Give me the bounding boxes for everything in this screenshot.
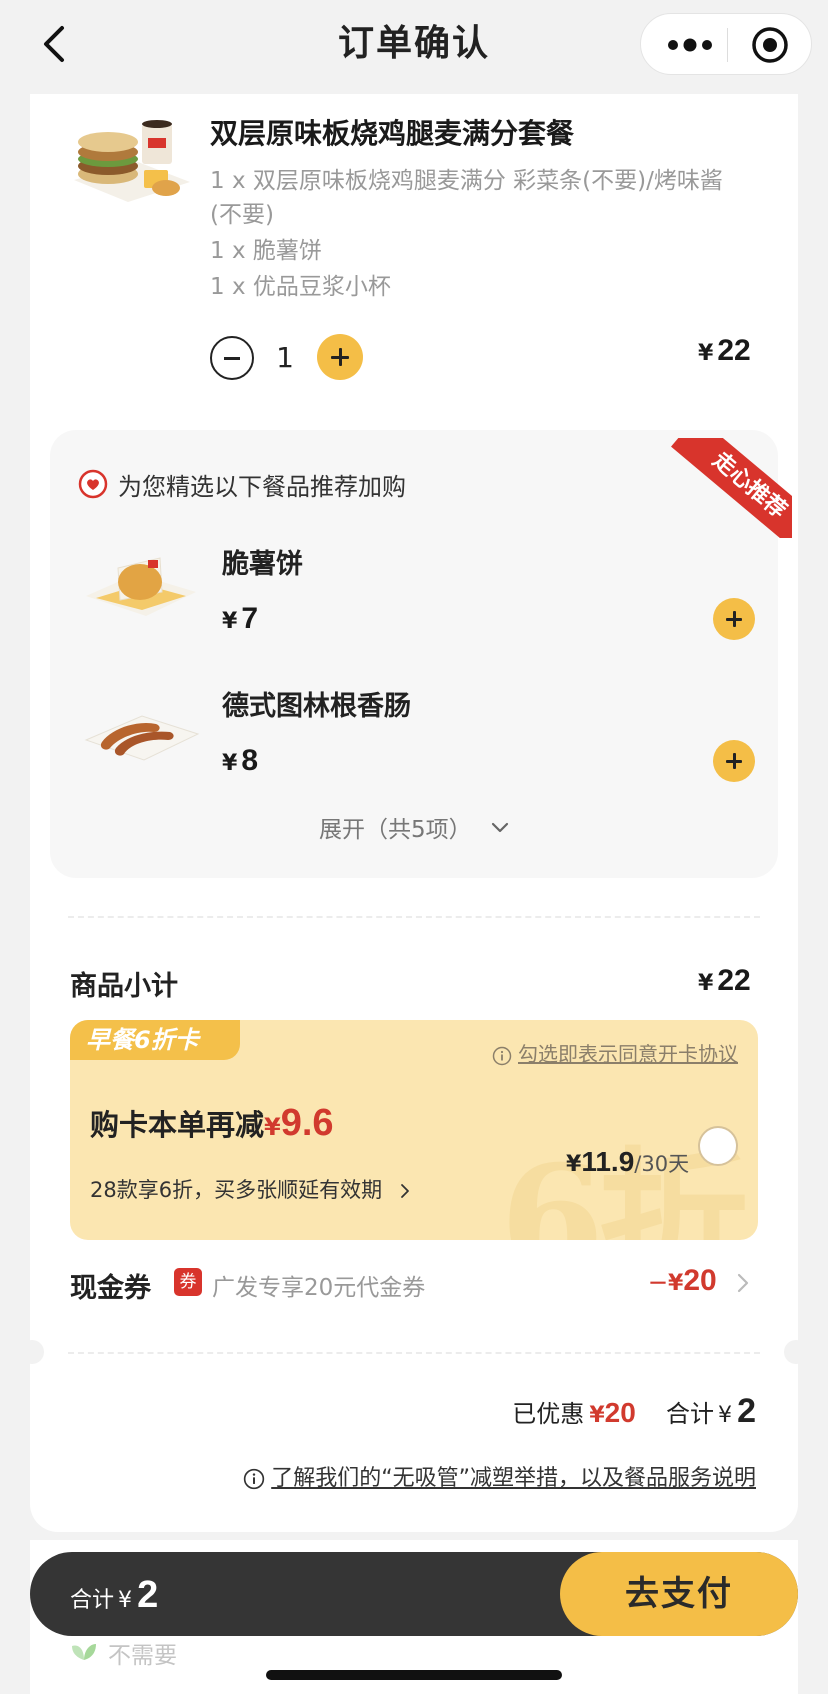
currency-symbol: ¥ — [668, 1271, 684, 1296]
chevron-down-icon — [491, 822, 509, 832]
decrease-quantity-button[interactable] — [210, 336, 254, 380]
plus-icon — [726, 753, 742, 769]
product-price: ¥22 — [698, 334, 751, 368]
chevron-right-icon[interactable] — [736, 1272, 750, 1294]
breakfast-card-promo[interactable]: 6折 早餐6折卡 勾选即表示同意开卡协议 购卡本单再减¥9.6 28款享6折，买… — [70, 1020, 758, 1240]
total-amount: 2 — [737, 1392, 756, 1430]
section-divider — [68, 916, 760, 918]
navigation-bar: 订单确认 — [0, 0, 828, 96]
currency-symbol: ¥ — [698, 971, 714, 996]
price-amount: 8 — [241, 744, 258, 777]
close-miniprogram-icon[interactable] — [751, 26, 789, 64]
coupon-badge-icon: 券 — [174, 1268, 202, 1296]
currency-symbol: ¥ — [717, 1403, 732, 1428]
add-hash-brown-button[interactable] — [713, 598, 755, 640]
coupon-amount-value: 20 — [683, 1264, 717, 1297]
checkout-total-label: 合计 — [70, 1588, 115, 1613]
card-agreement-link[interactable]: 勾选即表示同意开卡协议 — [492, 1038, 738, 1067]
promo-save-amount: 9.6 — [280, 1102, 334, 1144]
agreement-text: 勾选即表示同意开卡协议 — [518, 1042, 738, 1066]
currency-symbol: ¥ — [698, 341, 714, 366]
info-icon — [244, 1468, 265, 1490]
recommend-heading: 为您精选以下餐品推荐加购 — [118, 473, 406, 501]
currency-symbol: ¥ — [222, 609, 238, 634]
currency-symbol: ¥ — [118, 1588, 133, 1613]
minus-sign: － — [648, 1271, 668, 1295]
discount-label: 已优惠 — [512, 1400, 585, 1428]
notice-text: 了解我们的“无吸管”减塑举措，以及餐品服务说明 — [271, 1466, 756, 1491]
promo-main-text: 购卡本单再减 — [90, 1108, 265, 1142]
card-price: ¥11.9/30天 — [566, 1146, 689, 1178]
checkout-total-amount: 2 — [137, 1574, 159, 1616]
recommend-item-name: 脆薯饼 — [222, 549, 303, 580]
promo-sub-text: 28款享6折，买多张顺延有效期 — [90, 1178, 383, 1202]
plus-icon — [331, 348, 349, 366]
increase-quantity-button[interactable] — [317, 334, 363, 380]
price-amount: 7 — [241, 602, 258, 635]
product-detail-line: 1 x 双层原味板烧鸡腿麦满分 彩菜条(不要)/烤味酱 — [210, 168, 723, 194]
plus-icon — [726, 611, 742, 627]
checkout-total: 合计 ¥ 2 — [70, 1574, 158, 1617]
coupon-name[interactable]: 广发专享20元代金券 — [212, 1268, 425, 1302]
card-notch-left — [20, 1340, 44, 1364]
card-price-amount: 11.9 — [581, 1146, 635, 1177]
currency-symbol: ¥ — [589, 1403, 605, 1428]
promo-subtext[interactable]: 28款享6折，买多张顺延有效期 — [90, 1174, 411, 1204]
more-dots-icon[interactable] — [665, 32, 715, 58]
heart-icon — [78, 469, 108, 499]
recommend-item-name: 德式图林根香肠 — [222, 691, 411, 722]
info-icon — [492, 1046, 512, 1065]
expand-label: 展开（共5项） — [319, 817, 472, 843]
promo-tag: 早餐6折卡 — [70, 1020, 240, 1060]
price-amount: 22 — [717, 334, 751, 367]
service-notice-link[interactable]: 了解我们的“无吸管”减塑举措，以及餐品服务说明 — [243, 1460, 756, 1492]
product-detail-line: 1 x 优品豆浆小杯 — [210, 274, 391, 300]
mini-program-capsule — [640, 13, 812, 75]
meal-set-image — [74, 120, 190, 202]
card-period: /30天 — [634, 1152, 690, 1176]
leaf-icon — [72, 1644, 96, 1660]
product-title: 双层原味板烧鸡腿麦满分套餐 — [210, 117, 575, 150]
section-divider — [68, 1352, 760, 1354]
pay-button[interactable]: 去支付 — [560, 1552, 798, 1636]
sausage-image — [84, 715, 200, 761]
chevron-right-icon — [400, 1184, 409, 1198]
subtotal-label: 商品小计 — [70, 971, 178, 1002]
recommend-item-price: ¥7 — [222, 602, 258, 636]
total-label: 合计 — [665, 1400, 714, 1428]
card-notch-right — [784, 1340, 808, 1364]
capsule-divider — [727, 28, 728, 62]
recommend-item-price: ¥8 — [222, 744, 258, 778]
currency-symbol: ¥ — [566, 1152, 582, 1177]
currency-symbol: ¥ — [264, 1113, 281, 1141]
no-need-option[interactable]: 不需要 — [108, 1636, 177, 1670]
add-sausage-button[interactable] — [713, 740, 755, 782]
hash-brown-image — [86, 557, 196, 616]
order-totals: 已优惠 ¥20 合计 ¥ 2 — [512, 1392, 756, 1431]
coupon-label: 现金券 — [70, 1273, 151, 1304]
product-detail-line: (不要) — [210, 202, 274, 228]
expand-recommendations[interactable]: 展开（共5项） — [0, 810, 828, 844]
price-amount: 22 — [717, 964, 751, 997]
discount-amount: 20 — [604, 1397, 636, 1428]
ribbon-label: 走心推荐 — [671, 438, 792, 538]
currency-symbol: ¥ — [222, 751, 238, 776]
quantity-value: 1 — [276, 341, 294, 374]
coupon-amount[interactable]: －¥20 — [648, 1264, 717, 1298]
home-indicator — [266, 1670, 562, 1680]
subtotal-price: ¥22 — [698, 964, 751, 998]
recommend-ribbon: 走心推荐 — [656, 438, 792, 538]
buy-card-checkbox[interactable] — [698, 1126, 738, 1166]
promo-headline: 购卡本单再减¥9.6 — [90, 1102, 334, 1145]
product-detail-line: 1 x 脆薯饼 — [210, 238, 322, 264]
